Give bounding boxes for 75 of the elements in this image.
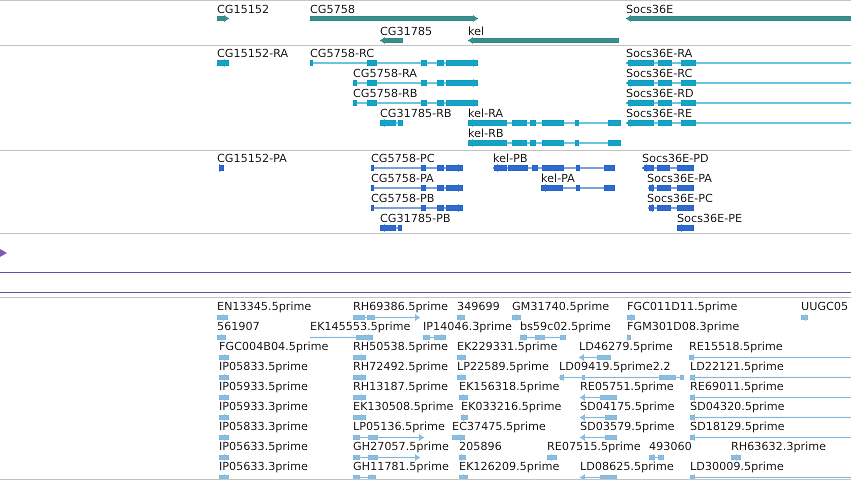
est-label: 205896: [459, 440, 502, 453]
est-label: IP05633.3prime: [219, 460, 308, 473]
protein-label: Socs36E-PD: [642, 152, 709, 165]
est-label: EK145553.5prime: [310, 320, 410, 333]
est-label: FGM301D08.3prime: [627, 320, 740, 333]
est-label: GM31740.5prime: [512, 300, 610, 313]
est-label: LP05136.5prime: [353, 420, 445, 433]
transcript-label: Socs36E-RD: [626, 87, 694, 100]
est-label: EK229331.5prime: [457, 340, 558, 353]
est-label: EC37475.5prime: [452, 420, 546, 433]
est-label: bs59c02.5prime: [520, 320, 611, 333]
protein-label: kel-PA: [541, 172, 575, 185]
protein-label: Socs36E-PA: [647, 172, 712, 185]
transcript-label: Socs36E-RE: [626, 107, 692, 120]
est-label: GH27057.5prime: [353, 440, 449, 453]
protein-label: CG15152-PA: [217, 152, 287, 165]
protein-label: CG31785-PB: [380, 212, 451, 225]
transcript-label: CG5758-RA: [353, 67, 417, 80]
est-label: SD04175.5prime: [580, 400, 675, 413]
est-label: RE05751.5prime: [580, 380, 674, 393]
est-label: SD03579.5prime: [580, 420, 675, 433]
arrow-icon: [0, 249, 7, 257]
transcript-label: Socs36E-RA: [626, 47, 692, 60]
est-label: 349699: [457, 300, 500, 313]
est-label: IP05633.5prime: [219, 440, 308, 453]
est-label: EN13345.5prime: [217, 300, 312, 313]
protein-label: Socs36E-PC: [647, 192, 713, 205]
est-label: LD22121.5prime: [690, 360, 784, 373]
est-label: LD46279.5prime: [579, 340, 673, 353]
est-label: EK130508.5prime: [353, 400, 454, 413]
protein-label: CG5758-PA: [371, 172, 434, 185]
est-label: FGC004B04.5prime: [219, 340, 328, 353]
est-label: LD30009.5prime: [690, 460, 784, 473]
est-label: EK033216.5prime: [461, 400, 562, 413]
est-label: LD09419.5prime2.2: [559, 360, 670, 373]
est-label: IP05933.5prime: [219, 380, 308, 393]
est-label: IP05833.5prime: [219, 360, 308, 373]
est-label: 561907: [217, 320, 260, 333]
gene-label: CG31785: [380, 25, 432, 38]
est-label: RH72492.5prime: [353, 360, 448, 373]
transcript-label: CG5758-RC: [310, 47, 374, 60]
transcript-label: CG31785-RB: [380, 107, 452, 120]
gene-label: CG15152: [217, 3, 270, 16]
transcript-label: kel-RA: [468, 107, 504, 120]
est-label: RE07515.5prime: [547, 440, 641, 453]
est-label: FGC011D11.5prime: [627, 300, 738, 313]
transcript-label: CG15152-RA: [217, 47, 288, 60]
est-label: EK156318.5prime: [459, 380, 560, 393]
est-label: IP14046.3prime: [423, 320, 512, 333]
protein-label: CG5758-PB: [371, 192, 434, 205]
est-label: RE69011.5prime: [690, 380, 784, 393]
protein-label: kel-PB: [493, 152, 528, 165]
est-label: RH13187.5prime: [353, 380, 448, 393]
gene-label: Socs36E: [626, 3, 674, 16]
est-label: GH11781.5prime: [353, 460, 449, 473]
est-label: IP05833.3prime: [219, 420, 308, 433]
est-label: SD04320.5prime: [690, 400, 785, 413]
protein-label: Socs36E-PE: [677, 212, 742, 225]
est-label: RH69386.5prime: [353, 300, 448, 313]
est-label: LD08625.5prime: [580, 460, 674, 473]
protein-label: CG5758-PC: [371, 152, 435, 165]
est-label: SD18129.5prime: [690, 420, 785, 433]
transcript-label: CG5758-RB: [353, 87, 418, 100]
est-label: 493060: [649, 440, 692, 453]
transcript-label: Socs36E-RC: [626, 67, 692, 80]
est-label: RE15518.5prime: [689, 340, 783, 353]
est-label: EK126209.5prime: [459, 460, 560, 473]
est-label: RH63632.3prime: [731, 440, 826, 453]
est-label: RH50538.5prime: [353, 340, 448, 353]
est-label: IP05933.3prime: [219, 400, 308, 413]
est-label: LP22589.5prime: [457, 360, 549, 373]
transcript-label: kel-RB: [468, 127, 504, 140]
est-label: UUGC05: [801, 300, 848, 313]
gene-label: CG5758: [310, 3, 355, 16]
gene-label: kel: [468, 25, 484, 38]
